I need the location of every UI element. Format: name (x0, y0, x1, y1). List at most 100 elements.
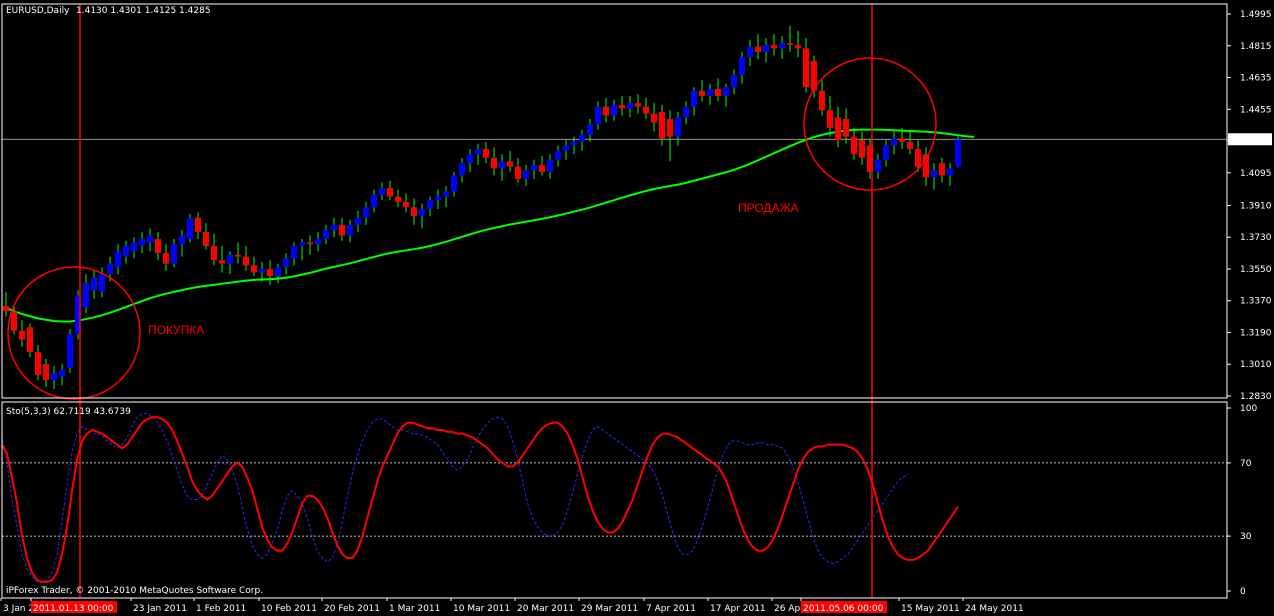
candle-body (819, 90, 825, 111)
candle-body (755, 46, 761, 52)
price-tick-label: 1.3910 (1240, 201, 1272, 211)
candle-body (51, 373, 57, 381)
candle-body (59, 369, 65, 377)
candle-body (387, 187, 393, 197)
date-label: 20 Mar 2011 (517, 604, 574, 614)
price-tick-label: 1.2830 (1240, 392, 1272, 402)
date-label: 17 Apr 2011 (710, 604, 766, 614)
stochastic-tick-label: 70 (1240, 459, 1252, 469)
price-tick-label: 1.4815 (1240, 42, 1272, 52)
candle-body (363, 207, 369, 218)
candle-body (291, 246, 297, 259)
candle-body (499, 161, 505, 169)
candle-body (523, 170, 529, 179)
candle-body (27, 327, 33, 352)
candle-body (931, 170, 937, 178)
candle-body (83, 283, 89, 308)
date-label: 10 Feb 2011 (261, 604, 317, 614)
current-price-label: 1.4285 (1232, 135, 1264, 145)
candle-body (67, 334, 73, 368)
candle-body (691, 90, 697, 107)
candle-body (347, 224, 353, 236)
candle-body (267, 268, 273, 277)
candle-body (947, 168, 953, 176)
candle-body (275, 267, 281, 277)
stochastic-tick-label: 0 (1240, 587, 1246, 597)
price-tick-label: 1.4635 (1240, 74, 1272, 84)
candle-body (203, 231, 209, 247)
candle-body (515, 166, 521, 179)
ohlc-readout: 1.4130 1.4301 1.4125 1.4285 (76, 6, 211, 16)
candle-body (43, 364, 49, 381)
candle-body (435, 196, 441, 201)
price-tick-label: 1.4995 (1240, 10, 1272, 20)
candle-body (843, 118, 849, 137)
date-label: 24 May 2011 (965, 604, 1024, 614)
candle-body (771, 44, 777, 49)
chart-background (0, 0, 1274, 616)
candle-body (411, 207, 417, 217)
candle-body (259, 268, 265, 273)
candle-body (723, 87, 729, 97)
candle-body (419, 208, 425, 217)
date-label: 29 Mar 2011 (581, 604, 638, 614)
candle-body (235, 254, 241, 257)
candle-body (563, 145, 569, 151)
candle-body (555, 150, 561, 160)
candle-body (3, 306, 9, 312)
candle-body (603, 106, 609, 116)
candle-body (187, 217, 193, 239)
candle-body (883, 145, 889, 160)
candle-body (803, 48, 809, 88)
candle-body (451, 175, 457, 192)
candle-body (307, 242, 313, 245)
date-label: 20 Feb 2011 (324, 604, 380, 614)
date-label: 1 Feb 2011 (196, 604, 246, 614)
candle-body (715, 88, 721, 97)
candle-body (683, 106, 689, 118)
candle-body (99, 274, 105, 292)
candle-body (539, 164, 545, 172)
stochastic-tick-label: 30 (1240, 532, 1252, 542)
candle-body (251, 265, 257, 273)
candle-body (571, 141, 577, 146)
candle-body (643, 106, 649, 114)
candle-body (427, 200, 433, 209)
candle-body (907, 141, 913, 149)
candle-body (323, 230, 329, 239)
stochastic-tick-label: 100 (1240, 404, 1257, 414)
candle-body (707, 88, 713, 97)
symbol-title: EURUSD,Daily (6, 6, 70, 16)
candle-body (331, 224, 337, 231)
candle-body (371, 194, 377, 208)
candle-body (179, 235, 185, 245)
candle-body (91, 277, 97, 291)
candle-body (131, 242, 137, 252)
candle-body (747, 46, 753, 58)
date-label: 15 May 2011 (901, 604, 960, 614)
candle-body (475, 148, 481, 155)
candle-body (619, 104, 625, 109)
candle-body (355, 217, 361, 225)
candle-body (147, 235, 153, 243)
candle-body (587, 124, 593, 135)
candle-body (579, 134, 585, 142)
copyright-text: iPForex Trader, © 2001-2010 MetaQuotes S… (6, 586, 263, 596)
candle-body (443, 191, 449, 197)
candle-body (403, 201, 409, 208)
price-tick-label: 1.3190 (1240, 328, 1272, 338)
candle-body (491, 157, 497, 169)
candle-body (195, 217, 201, 232)
candle-body (315, 238, 321, 245)
candle-body (795, 44, 801, 49)
date-label: 23 Jan 2011 (133, 604, 187, 614)
candle-body (243, 256, 249, 266)
candle-body (155, 238, 161, 254)
candle-body (115, 251, 121, 268)
price-tick-label: 1.4095 (1240, 169, 1272, 179)
candle-body (283, 258, 289, 268)
candle-body (891, 138, 897, 146)
candle-body (459, 163, 465, 176)
candle-body (219, 260, 225, 264)
candle-body (939, 163, 945, 176)
